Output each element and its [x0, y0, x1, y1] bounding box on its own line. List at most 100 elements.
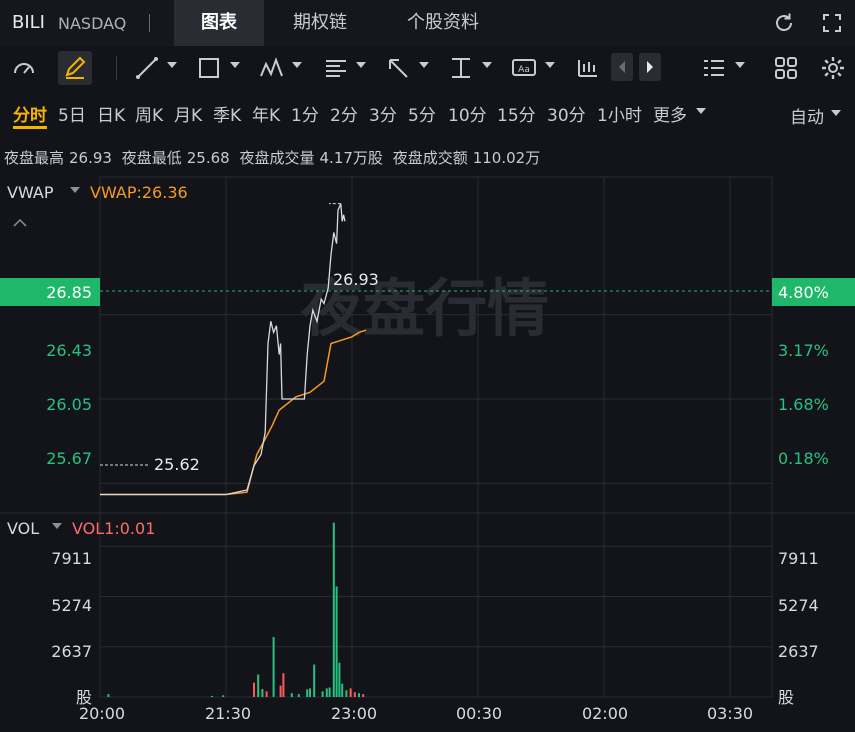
- tab-options-chain[interactable]: 期权链: [272, 0, 368, 46]
- volume-tick-label-right: 5274: [778, 596, 819, 615]
- period-10min[interactable]: 10分: [448, 101, 487, 126]
- volume-bar: [279, 685, 282, 697]
- scroll-right-button[interactable]: [639, 53, 661, 81]
- volume-indicator-dropdown-icon[interactable]: [52, 523, 62, 529]
- price-indicator-dropdown-icon[interactable]: [70, 187, 80, 193]
- chart-grid: [99, 176, 773, 698]
- volume-bar: [290, 693, 293, 697]
- overnight-volume-label: 夜盘成交量: [239, 149, 315, 167]
- overnight-amount-value: 110.02万: [472, 149, 541, 167]
- trend-line-icon[interactable]: [133, 54, 161, 82]
- exchange-label: NASDAQ: [58, 14, 127, 33]
- pct-tick-label: 0.18%: [778, 449, 829, 468]
- period-weekly[interactable]: 周K: [135, 101, 163, 126]
- price-tick-label: 25.67: [46, 449, 92, 468]
- refresh-icon[interactable]: [772, 11, 796, 35]
- auto-scale-label[interactable]: 自动: [790, 103, 824, 128]
- list-layout-icon[interactable]: [700, 54, 728, 82]
- volume-bar: [338, 662, 341, 697]
- period-quarterly[interactable]: 季K: [213, 101, 241, 126]
- volume-bar: [272, 637, 275, 697]
- vwap-line: [100, 329, 367, 496]
- volume-bar: [313, 664, 316, 697]
- auto-scale-dropdown-icon[interactable]: [831, 110, 841, 116]
- header-divider: [149, 14, 150, 32]
- speedometer-icon[interactable]: [10, 54, 38, 82]
- active-period-underline: [13, 126, 47, 129]
- rectangle-dropdown-icon[interactable]: [230, 62, 240, 68]
- fullscreen-icon[interactable]: [820, 11, 844, 35]
- collapse-chevron-icon[interactable]: [13, 218, 27, 227]
- period-monthly[interactable]: 月K: [174, 101, 202, 126]
- volume-bar: [306, 689, 309, 697]
- volume-bars: [107, 522, 365, 697]
- arrow-tool-icon[interactable]: [384, 54, 412, 82]
- period-3min[interactable]: 3分: [369, 101, 397, 126]
- arrow-dropdown-icon[interactable]: [419, 62, 429, 68]
- candlestick-icon[interactable]: [573, 54, 601, 82]
- trend-line-dropdown-icon[interactable]: [167, 62, 177, 68]
- price-indicator-name[interactable]: VWAP: [7, 183, 54, 202]
- rectangle-tool-icon[interactable]: [195, 54, 223, 82]
- scroll-left-button[interactable]: [611, 53, 633, 81]
- period-5day[interactable]: 5日: [58, 101, 86, 126]
- settings-gear-icon[interactable]: [819, 54, 847, 82]
- overnight-stats: 夜盘最高 26.93 夜盘最低 25.68 夜盘成交量 4.17万股 夜盘成交额 110…: [4, 147, 545, 168]
- volume-tick-label-right: 7911: [778, 549, 819, 568]
- period-intraday[interactable]: 分时: [13, 101, 47, 126]
- period-yearly[interactable]: 年K: [252, 101, 280, 126]
- intraday-chart[interactable]: 夜盘行情 26.85 4.80% 26.43 26.05 25.67 3.17%…: [0, 170, 855, 732]
- current-price-value: 26.85: [46, 283, 92, 302]
- volume-bar: [261, 689, 264, 697]
- volume-indicator-name[interactable]: VOL: [7, 519, 39, 538]
- period-30min[interactable]: 30分: [547, 101, 586, 126]
- price-range-dropdown-icon[interactable]: [482, 62, 492, 68]
- min-price-marker: 25.62: [154, 455, 200, 474]
- volume-tick-label: 2637: [51, 642, 92, 661]
- vwap-value: VWAP:26.36: [90, 183, 188, 202]
- overnight-low-label: 夜盘最低: [121, 149, 182, 167]
- tab-stock-profile[interactable]: 个股资料: [388, 0, 498, 46]
- current-pct-value: 4.80%: [778, 283, 829, 302]
- pct-tick-label: 3.17%: [778, 341, 829, 360]
- fibonacci-icon[interactable]: [322, 54, 350, 82]
- toolbar-divider: [116, 56, 117, 80]
- overnight-high-label: 夜盘最高: [4, 149, 65, 167]
- period-1hour[interactable]: 1小时: [597, 101, 642, 126]
- volume-bar: [253, 682, 255, 697]
- volume-bar: [362, 694, 365, 697]
- period-15min[interactable]: 15分: [497, 101, 536, 126]
- period-daily[interactable]: 日K: [97, 101, 125, 126]
- volume-bar: [341, 683, 344, 697]
- text-tool-dropdown-icon[interactable]: [545, 62, 555, 68]
- volume-bar: [211, 695, 213, 697]
- overnight-high-value: 26.93: [69, 149, 112, 167]
- chevron-right-icon: [647, 61, 653, 73]
- grid-layout-icon[interactable]: [772, 54, 800, 82]
- pencil-tool-button[interactable]: [58, 51, 92, 85]
- volume-bar: [358, 693, 360, 697]
- svg-text:Aa: Aa: [518, 65, 530, 75]
- pattern-dropdown-icon[interactable]: [292, 62, 302, 68]
- time-axis-label: 20:00: [79, 704, 125, 723]
- more-periods-dropdown-icon[interactable]: [696, 108, 706, 114]
- pct-tick-label: 1.68%: [778, 395, 829, 414]
- volume-bar: [349, 688, 352, 697]
- fibonacci-dropdown-icon[interactable]: [356, 62, 366, 68]
- period-5min[interactable]: 5分: [408, 101, 436, 126]
- tab-chart[interactable]: 图表: [174, 0, 264, 46]
- period-more[interactable]: 更多: [653, 101, 687, 126]
- list-layout-dropdown-icon[interactable]: [735, 62, 745, 68]
- volume-tick-label: 7911: [51, 549, 92, 568]
- period-1min[interactable]: 1分: [291, 101, 319, 126]
- period-2min[interactable]: 2分: [330, 101, 358, 126]
- price-tick-label: 26.43: [46, 341, 92, 360]
- volume-tick-label: 5274: [51, 596, 92, 615]
- pattern-tool-icon[interactable]: [258, 54, 286, 82]
- text-tool-icon[interactable]: Aa: [510, 54, 538, 82]
- price-range-icon[interactable]: [447, 54, 475, 82]
- volume-bar: [332, 522, 335, 697]
- volume-bar: [353, 692, 356, 697]
- price-line: [100, 203, 346, 496]
- volume-bar: [257, 674, 260, 697]
